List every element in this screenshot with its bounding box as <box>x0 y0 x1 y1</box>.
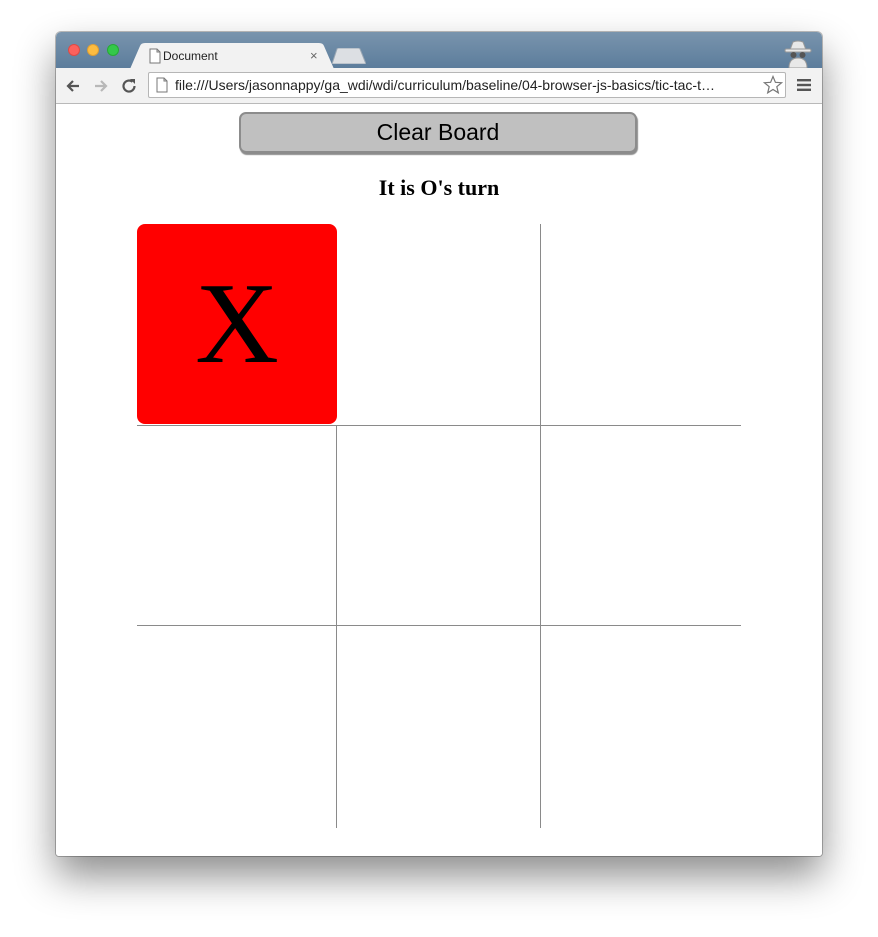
board-cell-5[interactable] <box>338 426 538 626</box>
browser-window: Document × file:///Users/jasonnappy/ga_w… <box>56 32 822 856</box>
clear-board-button[interactable]: Clear Board <box>239 112 637 153</box>
back-arrow-icon[interactable] <box>63 76 83 96</box>
board-cell-8[interactable] <box>338 626 538 826</box>
address-bar[interactable]: file:///Users/jasonnappy/ga_wdi/wdi/curr… <box>148 72 786 98</box>
title-bar: Document × <box>56 32 822 69</box>
maximize-window-button[interactable] <box>107 44 119 56</box>
reload-icon[interactable] <box>119 76 139 96</box>
game-board: X <box>137 224 742 828</box>
page-icon <box>156 77 168 93</box>
board-cell-6[interactable] <box>541 426 741 626</box>
board-cell-1[interactable]: X <box>137 224 337 424</box>
new-tab-button[interactable] <box>332 48 366 64</box>
board-cell-9[interactable] <box>541 626 741 826</box>
board-cell-4[interactable] <box>137 426 337 626</box>
bookmark-star-icon[interactable] <box>763 75 783 95</box>
incognito-icon <box>784 40 812 68</box>
turn-indicator: It is O's turn <box>378 175 500 200</box>
page-icon <box>149 48 161 64</box>
page-content: Clear Board It is O's turn X <box>56 104 822 856</box>
url-text[interactable]: file:///Users/jasonnappy/ga_wdi/wdi/curr… <box>175 77 760 93</box>
board-cell-2[interactable] <box>338 224 538 424</box>
board-cell-3[interactable] <box>541 224 741 424</box>
tab-close-button[interactable]: × <box>310 48 318 63</box>
board-cell-7[interactable] <box>137 626 337 826</box>
tab-title: Document <box>163 49 218 63</box>
forward-arrow-icon[interactable] <box>91 76 111 96</box>
browser-toolbar: file:///Users/jasonnappy/ga_wdi/wdi/curr… <box>56 68 822 104</box>
close-window-button[interactable] <box>68 44 80 56</box>
minimize-window-button[interactable] <box>87 44 99 56</box>
menu-icon[interactable] <box>797 78 811 92</box>
